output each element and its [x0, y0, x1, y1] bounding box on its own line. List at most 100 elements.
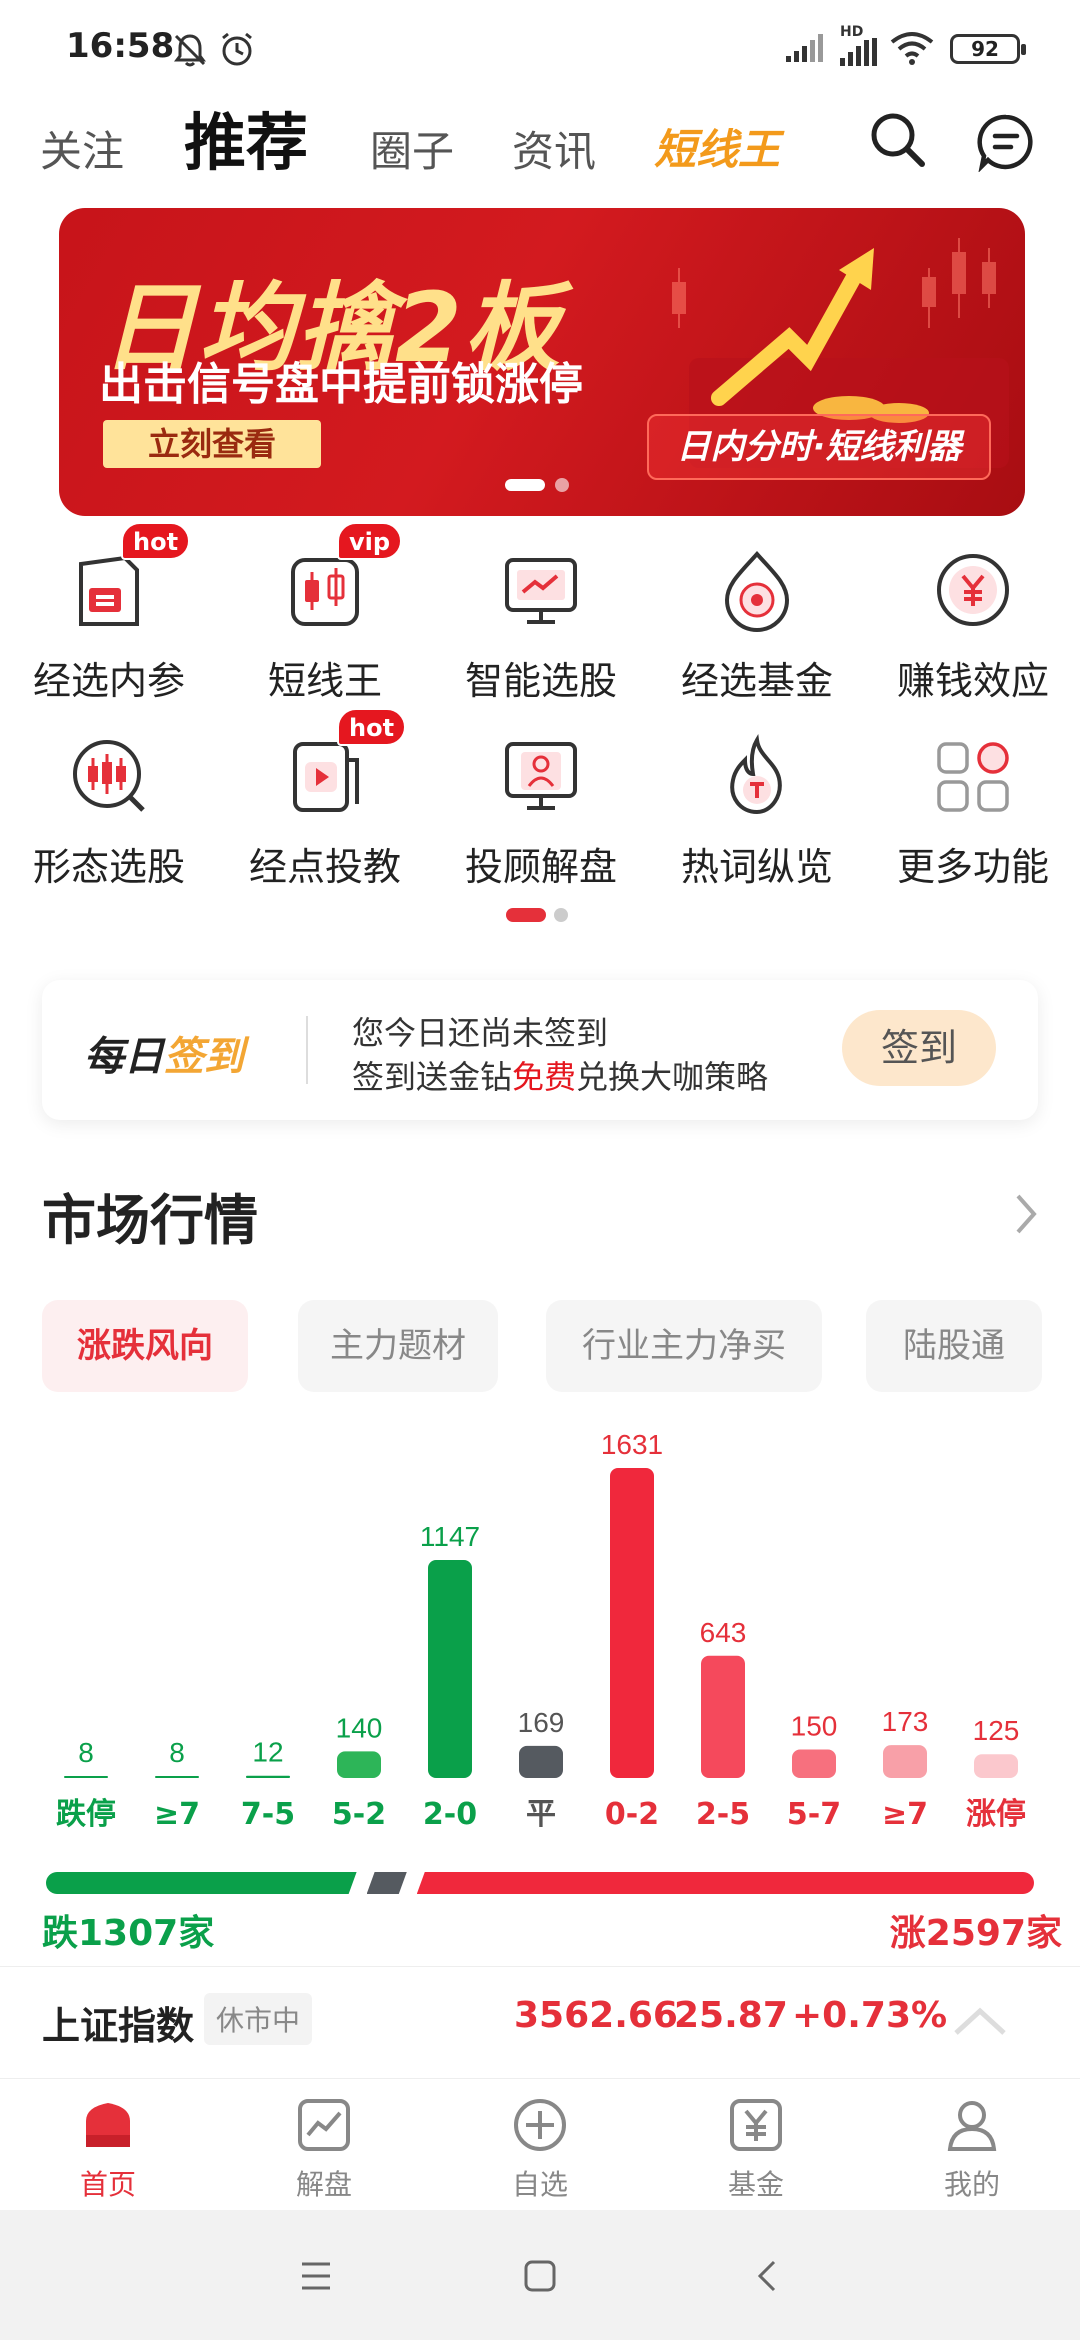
document-icon [79, 555, 139, 626]
chart-bar [610, 1468, 654, 1778]
tab-industry-net-buy[interactable]: 行业主力净买 [546, 1300, 822, 1392]
tab-stock-connect[interactable]: 陆股通 [866, 1300, 1042, 1392]
nav-label: 自选 [511, 2168, 568, 2201]
chart-value-label: 12 [252, 1737, 283, 1768]
feature-hot-words[interactable]: 热词纵览 [652, 734, 862, 891]
chart-category-label: 2-0 [423, 1797, 477, 1832]
chart-value-label: 8 [169, 1737, 185, 1768]
feature-label: 赚钱效应 [896, 659, 1049, 703]
chart-value-label: 8 [78, 1737, 94, 1768]
chart-category-label: 0-2 [605, 1797, 659, 1832]
checkin-promo-c: 兑换大咖策略 [576, 1058, 769, 1096]
feature-investor-education[interactable]: hot 经点投教 [220, 708, 430, 891]
search-icon[interactable] [868, 110, 928, 170]
checkin-promo: 签到送金钻免费兑换大咖策略 [352, 1052, 768, 1098]
nav-label: 首页 [79, 2168, 136, 2201]
chart-category-label: 跌停 [56, 1797, 116, 1832]
feature-advisor-analysis[interactable]: 投顾解盘 [436, 734, 646, 891]
checkin-divider [306, 1016, 308, 1084]
candle-search-icon [73, 740, 145, 812]
chart-category-label: 7-5 [241, 1797, 295, 1832]
feature-label: 智能选股 [464, 659, 617, 703]
feature-more[interactable]: 更多功能 [868, 734, 1078, 891]
nav-home[interactable]: 首页 [38, 2097, 178, 2203]
chart-value-label: 140 [336, 1712, 383, 1743]
chart-bar [519, 1745, 563, 1778]
tab-follow[interactable]: 关注 [40, 118, 124, 179]
feature-label: 经选内参 [32, 659, 185, 703]
nav-watchlist[interactable]: 自选 [470, 2097, 610, 2203]
chart-category-label: 2-5 [696, 1797, 750, 1832]
rise-count: 涨2597家 [889, 1913, 1062, 1954]
tab-main-themes[interactable]: 主力题材 [298, 1300, 498, 1392]
banner-view-button[interactable]: 立刻查看 [103, 420, 321, 468]
index-change: 25.87 [674, 1995, 788, 2036]
chart-category-label: ≥7 [882, 1797, 928, 1832]
chevron-right-icon[interactable] [1014, 1192, 1038, 1236]
banner-pager [505, 478, 569, 492]
feature-label: 投顾解盘 [464, 845, 617, 889]
chart-value-label: 125 [973, 1715, 1020, 1746]
feature-smart-picker[interactable]: 智能选股 [436, 548, 646, 705]
tab-news[interactable]: 资讯 [512, 118, 596, 179]
rise-segment [416, 1872, 1034, 1894]
chart-category-label: 平 [526, 1797, 556, 1832]
hot-badge: hot [337, 708, 407, 746]
status-time: 16:58 [66, 26, 175, 66]
market-status-badge: 休市中 [204, 1993, 313, 2045]
checkin-title-a: 每日 [84, 1034, 164, 1080]
chart-value-label: 1147 [420, 1521, 480, 1552]
nav-label: 解盘 [295, 2168, 352, 2201]
feature-pattern-picker[interactable]: 形态选股 [4, 734, 214, 891]
mute-bell-icon [174, 34, 206, 67]
chart-value-label: 150 [791, 1710, 838, 1741]
nav-me[interactable]: 我的 [902, 2097, 1042, 2203]
candlestick-icon [291, 558, 359, 626]
fund-drop-icon [724, 550, 790, 632]
chart-bar [883, 1745, 927, 1778]
nav-label: 我的 [943, 2168, 1000, 2201]
chevron-up-icon[interactable] [950, 2005, 1010, 2037]
feature-label: 经选基金 [680, 659, 833, 703]
chart-bar [792, 1749, 836, 1778]
feature-selected-funds[interactable]: 经选基金 [652, 548, 862, 705]
chart-value-label: 169 [518, 1707, 565, 1738]
nav-analysis[interactable]: 解盘 [254, 2097, 394, 2203]
feature-short-king[interactable]: vip 短线王 [220, 522, 430, 705]
tab-circle[interactable]: 圈子 [370, 118, 454, 179]
system-nav-bar [0, 2210, 1080, 2340]
bottom-nav: 首页 解盘 自选 基金 我的 [0, 2078, 1080, 2210]
pager-dot [554, 908, 568, 922]
index-ticker[interactable]: 上证指数 休市中 3562.66 25.87 +0.73% [0, 1966, 1080, 2076]
checkin-button[interactable]: 签到 [842, 1010, 996, 1086]
market-section-title: 市场行情 [42, 1189, 258, 1252]
daily-checkin-card: 每日签到 您今日还尚未签到 签到送金钻免费兑换大咖策略 签到 [42, 980, 1038, 1120]
chart-value-label: 1631 [601, 1429, 663, 1460]
battery-indicator: 92 [950, 34, 1026, 64]
banner-subtitle: 出击信号盘中提前锁涨停 [99, 359, 583, 410]
feature-money-effect[interactable]: 赚钱效应 [868, 548, 1078, 705]
flat-segment [367, 1872, 407, 1894]
alarm-icon [222, 32, 252, 66]
fall-segment [46, 1872, 357, 1894]
feature-label: 热词纵览 [680, 845, 833, 889]
advisor-screen-icon [505, 742, 577, 810]
chart-bar [428, 1559, 472, 1778]
status-bar: 16:58 HD 92 [0, 0, 1080, 90]
chart-bar [64, 1776, 108, 1778]
feature-label: 更多功能 [896, 845, 1049, 889]
message-icon[interactable] [976, 112, 1036, 172]
feature-insider-report[interactable]: hot 经选内参 [4, 522, 214, 705]
tab-recommend[interactable]: 推荐 [184, 92, 308, 182]
checkin-promo-free: 免费 [512, 1058, 577, 1096]
tab-short-king[interactable]: 短线王 [654, 116, 780, 177]
tab-rise-fall[interactable]: 涨跌风向 [42, 1300, 248, 1392]
nav-fund[interactable]: 基金 [686, 2097, 826, 2203]
flame-icon [730, 734, 782, 815]
chart-bar [155, 1776, 199, 1778]
promo-banner[interactable]: 日均擒2板 出击信号盘中提前锁涨停 立刻查看 日内分时·短线利器 [59, 208, 1025, 516]
home-square-icon[interactable] [522, 2258, 558, 2294]
menu-icon[interactable] [298, 2260, 334, 2292]
pager-dot-active [506, 908, 546, 922]
back-icon[interactable] [752, 2258, 780, 2294]
